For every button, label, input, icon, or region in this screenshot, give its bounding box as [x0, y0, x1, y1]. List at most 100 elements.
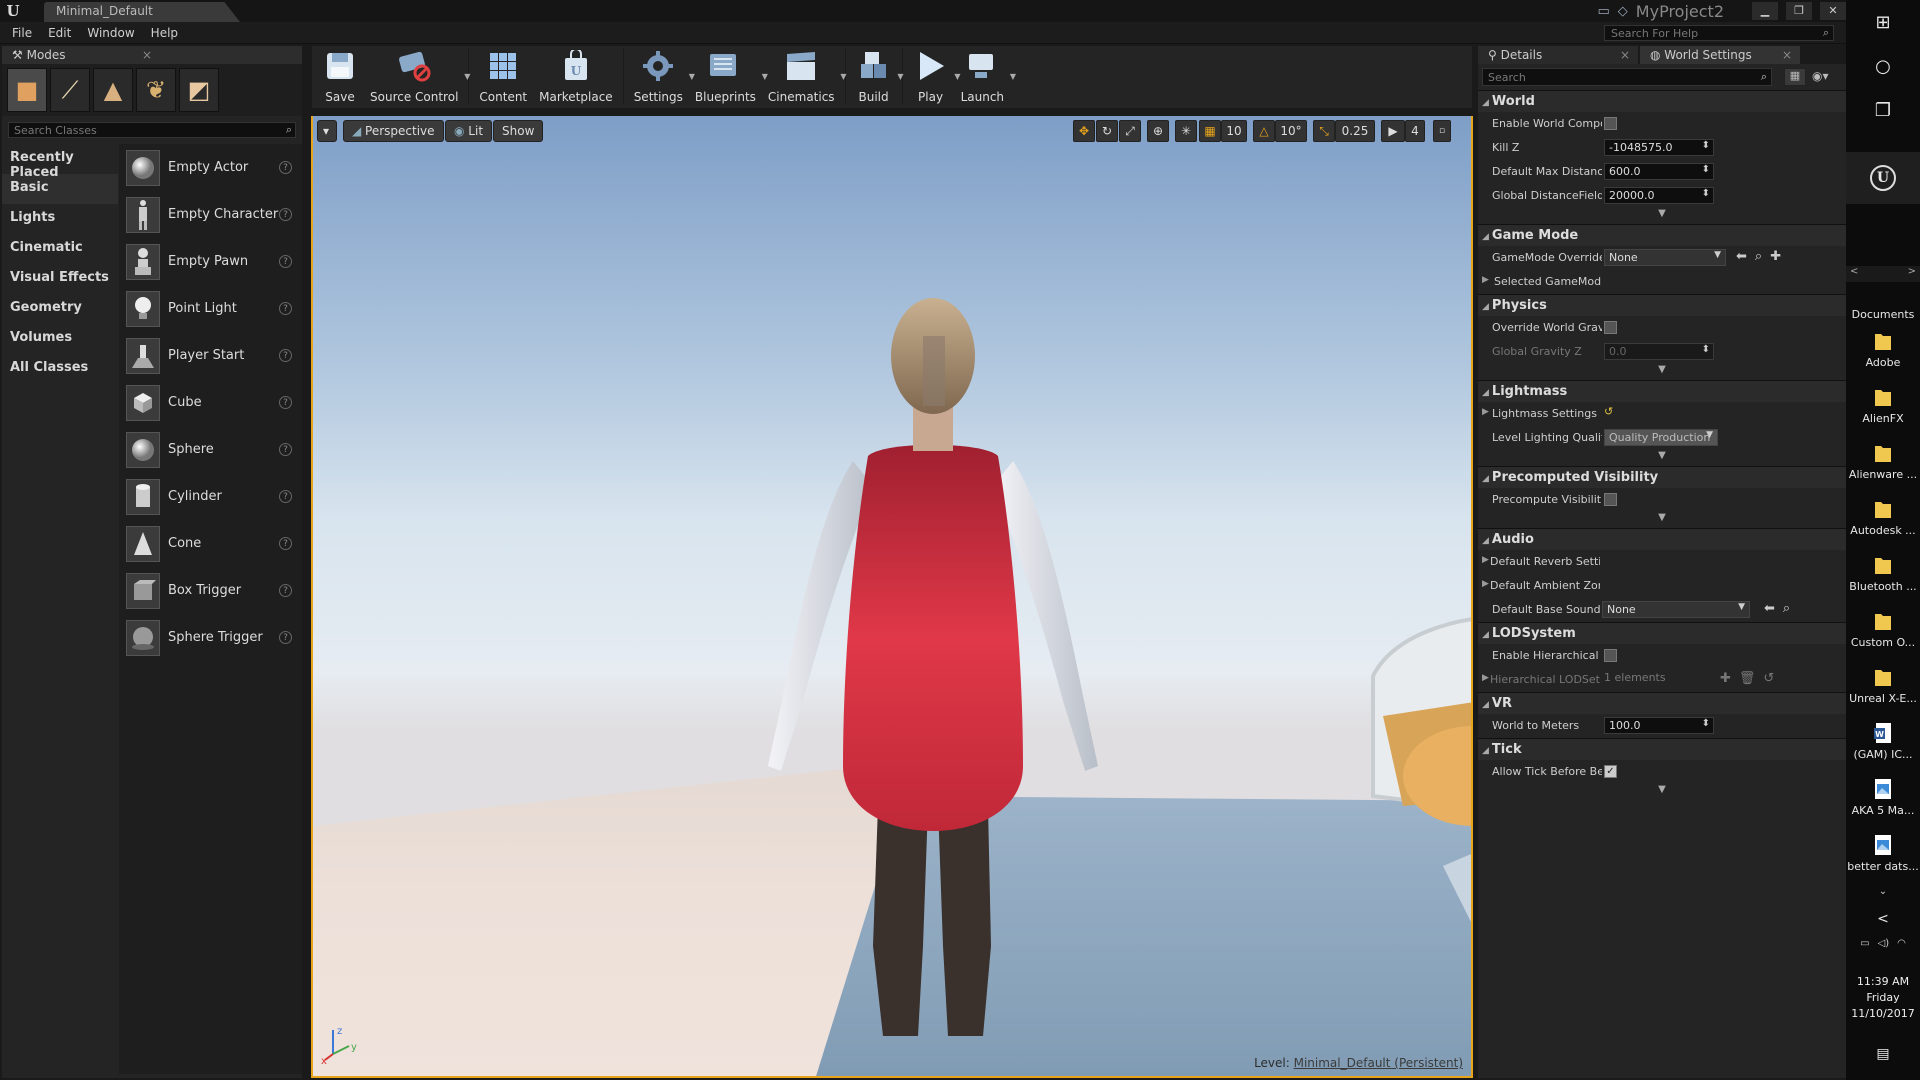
- menu-file[interactable]: File: [4, 22, 40, 44]
- expand-arrow-icon[interactable]: ▶: [1482, 579, 1489, 589]
- distance-field-field[interactable]: 20000.0 ⬍: [1604, 187, 1714, 204]
- help-icon[interactable]: ?: [279, 255, 292, 268]
- menu-window[interactable]: Window: [79, 22, 142, 44]
- task-view-icon[interactable]: ❐: [1846, 88, 1920, 132]
- desktop-item[interactable]: better dats...: [1846, 830, 1920, 886]
- category-cinematic[interactable]: Cinematic: [2, 234, 118, 264]
- show-advanced-icon[interactable]: ▼: [1478, 512, 1846, 528]
- list-item[interactable]: Player Start?: [119, 332, 302, 379]
- list-item[interactable]: Sphere?: [119, 426, 302, 473]
- reset-icon[interactable]: ↺: [1763, 671, 1774, 686]
- view-options-eye-icon[interactable]: ◉▾: [1812, 69, 1829, 83]
- show-hidden-icons-icon[interactable]: <: [1846, 904, 1920, 934]
- perspective-button[interactable]: ◢ Perspective: [343, 120, 444, 142]
- category-recently-placed[interactable]: Recently Placed: [2, 144, 118, 180]
- scroll-left-icon[interactable]: <: [1850, 266, 1858, 282]
- scale-snap-value[interactable]: 0.25: [1335, 120, 1375, 142]
- battery-icon[interactable]: ▭: [1860, 938, 1869, 949]
- taskbar-clock[interactable]: 11:39 AM Friday 11/10/2017: [1846, 974, 1920, 1022]
- enable-world-composition-checkbox[interactable]: [1604, 117, 1617, 130]
- base-sound-mix-dropdown[interactable]: None ▼: [1602, 601, 1750, 618]
- help-icon[interactable]: ?: [279, 631, 292, 644]
- help-icon[interactable]: ?: [279, 302, 292, 315]
- save-button[interactable]: Save: [316, 46, 364, 106]
- windows-start-icon[interactable]: ⊞: [1846, 0, 1920, 44]
- desktop-item[interactable]: Adobe: [1846, 326, 1920, 382]
- chat-icon[interactable]: ▭: [1598, 4, 1610, 19]
- category-geometry[interactable]: Geometry: [2, 294, 118, 324]
- add-element-plus-icon[interactable]: ✚: [1720, 671, 1731, 686]
- list-item[interactable]: Empty Pawn?: [119, 238, 302, 285]
- expand-arrow-icon[interactable]: ▶: [1482, 275, 1489, 285]
- show-advanced-icon[interactable]: ▼: [1478, 208, 1846, 224]
- modes-tab[interactable]: ⚒ Modes ×: [2, 46, 302, 64]
- grid-snap-icon[interactable]: ▦: [1199, 120, 1221, 142]
- dropdown-arrow-icon[interactable]: ▼: [1010, 72, 1016, 81]
- paint-mode-button[interactable]: ⟋: [50, 68, 90, 112]
- spinner-icon[interactable]: ⬍: [1702, 718, 1710, 729]
- precompute-visibility-checkbox[interactable]: [1604, 493, 1617, 506]
- reset-to-default-icon[interactable]: ↺: [1604, 405, 1613, 418]
- section-lightmass[interactable]: ◢ Lightmass: [1478, 380, 1846, 402]
- tab-world-settings[interactable]: ◍ World Settings ×: [1640, 46, 1800, 64]
- action-center-icon[interactable]: ▤: [1846, 1046, 1920, 1062]
- scroll-right-icon[interactable]: >: [1908, 266, 1916, 282]
- expand-arrow-icon[interactable]: ▶: [1482, 407, 1489, 417]
- list-item[interactable]: Sphere Trigger?: [119, 614, 302, 661]
- category-all-classes[interactable]: All Classes: [2, 354, 118, 384]
- close-tab-icon[interactable]: ×: [1782, 48, 1792, 62]
- translate-icon[interactable]: ✥: [1073, 120, 1095, 142]
- list-item[interactable]: Box Trigger?: [119, 567, 302, 614]
- level-viewport[interactable]: ▾ ◢ Perspective ◉ Lit Show ✥ ↻ ⤢ ⊕ ✳ ▦ 1…: [311, 116, 1473, 1078]
- section-audio[interactable]: ◢ Audio: [1478, 528, 1846, 550]
- use-selected-arrow-icon[interactable]: ⬅: [1736, 249, 1747, 264]
- place-mode-button[interactable]: ■: [7, 68, 47, 112]
- maximize-viewport-icon[interactable]: ▫: [1433, 120, 1451, 142]
- menu-edit[interactable]: Edit: [40, 22, 79, 44]
- details-search-input[interactable]: Search ⌕: [1482, 68, 1772, 86]
- help-icon[interactable]: ?: [279, 396, 292, 409]
- desktop-item[interactable]: Unreal X-E...: [1846, 662, 1920, 718]
- settings-button[interactable]: Settings ▼: [628, 46, 695, 106]
- add-plus-icon[interactable]: ✚: [1770, 249, 1781, 264]
- help-icon[interactable]: ?: [279, 490, 292, 503]
- cortana-search-icon[interactable]: ○: [1846, 44, 1920, 88]
- desktop-item[interactable]: Custom O...: [1846, 606, 1920, 662]
- property-matrix-button[interactable]: ▦: [1784, 68, 1806, 86]
- surface-snap-icon[interactable]: ✳: [1175, 120, 1197, 142]
- expand-arrow-icon[interactable]: ▶: [1482, 673, 1489, 683]
- spinner-icon[interactable]: ⬍: [1702, 188, 1710, 199]
- category-visual-effects[interactable]: Visual Effects: [2, 264, 118, 294]
- source-control-status-icon[interactable]: ◇: [1618, 4, 1628, 19]
- help-search-input[interactable]: Search For Help ⌕: [1604, 25, 1834, 41]
- section-lod-system[interactable]: ◢ LODSystem: [1478, 622, 1846, 644]
- lighting-quality-dropdown[interactable]: Quality Production ▼: [1604, 429, 1718, 446]
- close-button[interactable]: ✕: [1820, 2, 1846, 20]
- list-item[interactable]: Cube?: [119, 379, 302, 426]
- landscape-mode-button[interactable]: ▲: [93, 68, 133, 112]
- section-physics[interactable]: ◢ Physics: [1478, 294, 1846, 316]
- browse-icon[interactable]: ⌕: [1755, 249, 1762, 264]
- cinematics-button[interactable]: Cinematics ▼: [762, 46, 847, 106]
- rotation-snap-value[interactable]: 10°: [1275, 120, 1307, 142]
- unreal-engine-taskbar-icon[interactable]: U: [1846, 152, 1920, 204]
- override-gravity-checkbox[interactable]: [1604, 321, 1617, 334]
- help-icon[interactable]: ?: [279, 161, 292, 174]
- help-icon[interactable]: ?: [279, 584, 292, 597]
- close-tab-icon[interactable]: ×: [142, 48, 152, 62]
- camera-speed-icon[interactable]: ▶: [1381, 120, 1405, 142]
- delete-trash-icon[interactable]: 🗑: [1739, 671, 1756, 686]
- play-button[interactable]: Play ▼: [907, 46, 961, 106]
- list-item[interactable]: Point Light?: [119, 285, 302, 332]
- show-advanced-icon[interactable]: ▼: [1478, 784, 1846, 800]
- show-button[interactable]: Show: [493, 120, 544, 142]
- section-tick[interactable]: ◢ Tick: [1478, 738, 1846, 760]
- menu-help[interactable]: Help: [143, 22, 186, 44]
- more-items-chevron-icon[interactable]: ⌄: [1846, 886, 1920, 897]
- expand-arrow-icon[interactable]: ▶: [1482, 555, 1489, 565]
- content-button[interactable]: Content: [473, 46, 533, 106]
- restore-button[interactable]: ❐: [1786, 2, 1812, 20]
- max-distance-field[interactable]: 600.0 ⬍: [1604, 163, 1714, 180]
- wifi-icon[interactable]: ◠: [1897, 938, 1906, 949]
- close-tab-icon[interactable]: ×: [1620, 48, 1630, 62]
